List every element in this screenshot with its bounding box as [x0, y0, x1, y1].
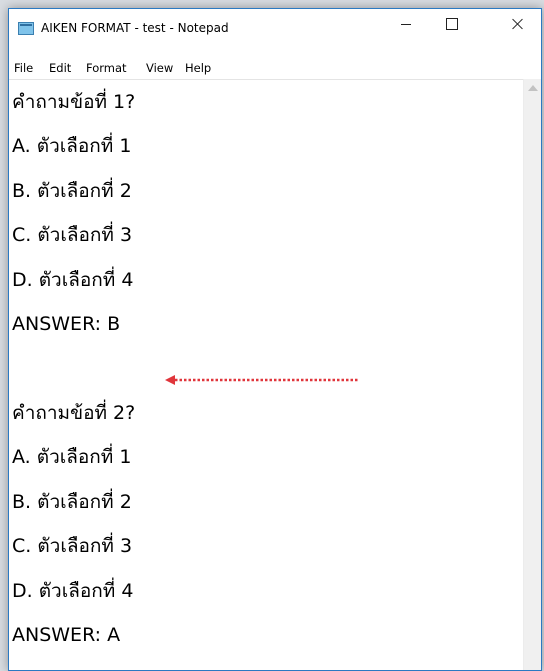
text-line: C. ตัวเลือกที่ 3 — [12, 535, 133, 557]
close-button[interactable] — [495, 9, 541, 39]
notepad-app-icon[interactable] — [18, 22, 34, 35]
title-bar[interactable]: AIKEN FORMAT - test - Notepad — [9, 9, 541, 45]
minimize-icon — [401, 23, 411, 25]
text-line: ANSWER: B — [12, 313, 121, 335]
text-line: D. ตัวเลือกที่ 4 — [12, 269, 134, 291]
maximize-button[interactable] — [429, 9, 475, 39]
vertical-scrollbar[interactable] — [523, 79, 541, 670]
text-line: ANSWER: A — [12, 624, 121, 646]
maximize-icon — [446, 18, 458, 30]
menu-bar: File Edit Format View Help — [9, 59, 541, 80]
minimize-button[interactable] — [383, 9, 429, 39]
menu-help[interactable]: Help — [185, 61, 211, 75]
text-line: D. ตัวเลือกที่ 4 — [12, 580, 134, 602]
text-line: A. ตัวเลือกที่ 1 — [12, 135, 132, 157]
text-line: A. ตัวเลือกที่ 1 — [12, 446, 132, 468]
dotted-left-arrow-icon — [165, 375, 359, 385]
arrow-head — [165, 375, 175, 385]
text-line: คำถามข้อที่ 1? — [12, 91, 136, 113]
text-line: B. ตัวเลือกที่ 2 — [12, 180, 132, 202]
menu-edit[interactable]: Edit — [49, 61, 71, 75]
notepad-window: AIKEN FORMAT - test - Notepad File Edit … — [8, 8, 542, 671]
scroll-up-arrow-icon[interactable] — [528, 85, 538, 91]
text-line: C. ตัวเลือกที่ 3 — [12, 224, 133, 246]
close-icon — [512, 18, 524, 30]
menu-view[interactable]: View — [146, 61, 173, 75]
window-title: AIKEN FORMAT - test - Notepad — [41, 21, 229, 35]
text-line: B. ตัวเลือกที่ 2 — [12, 491, 132, 513]
menu-format[interactable]: Format — [86, 61, 127, 75]
menu-file[interactable]: File — [14, 61, 33, 75]
text-line: คำถามข้อที่ 2? — [12, 402, 136, 424]
